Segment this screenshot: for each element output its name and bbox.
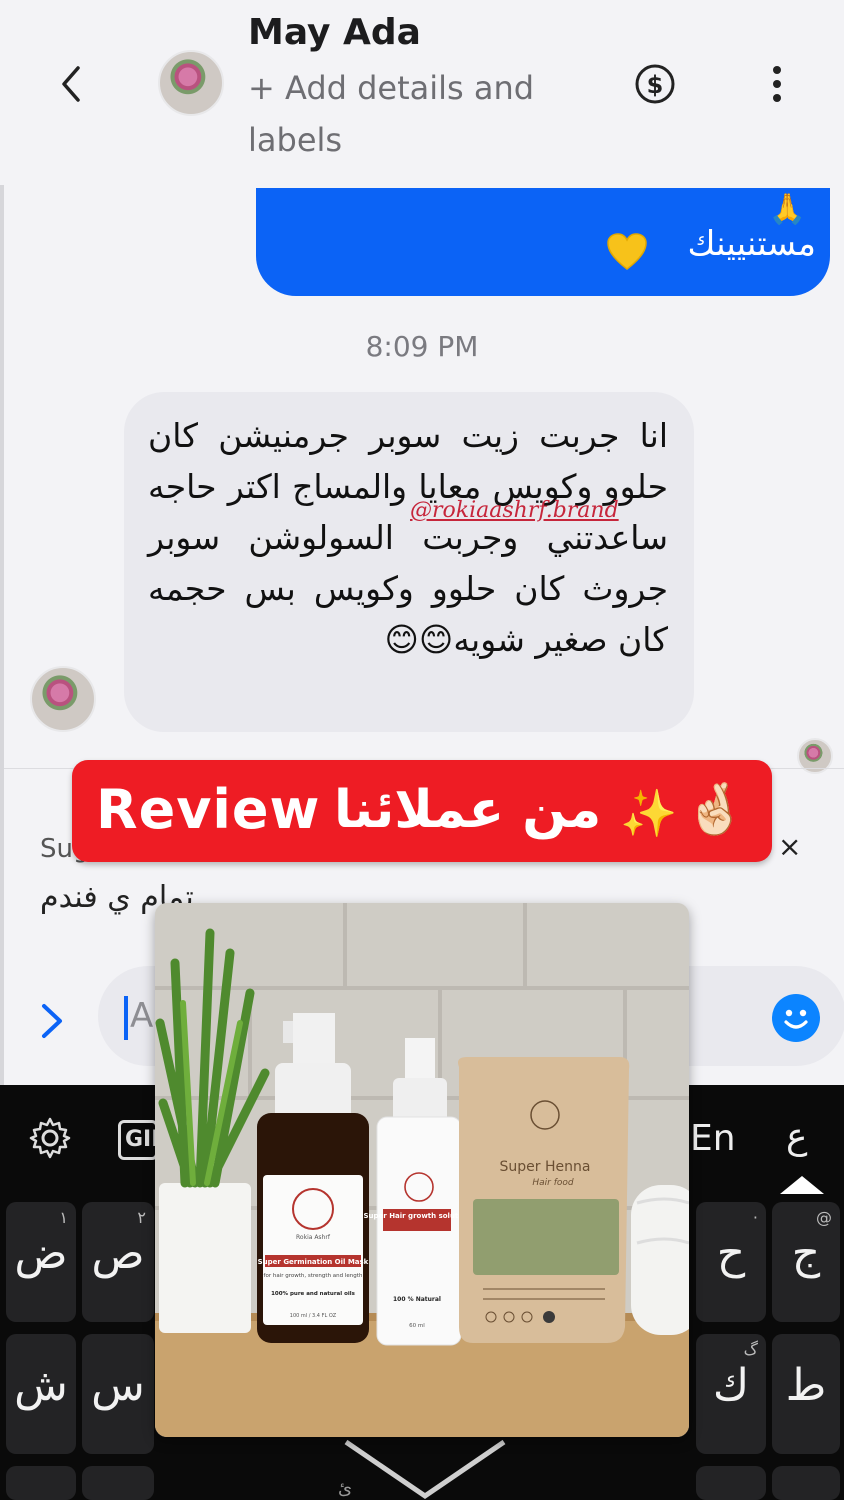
keyboard-settings-button[interactable] [28, 1116, 72, 1160]
product-photo: Rokia Ashrf Super Germination Oil Mask f… [155, 903, 689, 1437]
key-ta[interactable]: ط [772, 1334, 840, 1454]
collapse-keyboard-icon[interactable] [780, 1176, 824, 1194]
text-caret [124, 996, 128, 1040]
outgoing-message-text: مستنيينك [687, 224, 817, 264]
incoming-message-text: انا جربت زيت سوبر جرمنيشن كان حلوو وكويس… [148, 416, 668, 659]
key-row3-a[interactable] [6, 1466, 76, 1500]
folded-hands-emoji: 🙏 [768, 192, 806, 227]
contact-avatar[interactable] [158, 50, 224, 116]
crossed-fingers-icon: 🤞🏻 [684, 780, 747, 838]
expand-actions-button[interactable] [32, 998, 72, 1044]
key-sad[interactable]: ٢ ص [82, 1202, 154, 1322]
svg-text:$: $ [647, 71, 664, 99]
review-banner-arabic: من عملائنا [334, 780, 602, 840]
spray-name: Super Hair growth solution [364, 1212, 471, 1220]
chevron-right-icon [42, 1004, 62, 1038]
oil-sub: for hair growth, strength and length [264, 1273, 363, 1279]
key-sheen[interactable]: ش [6, 1334, 76, 1454]
gif-button[interactable]: GIF [118, 1120, 158, 1160]
oil-pure: 100% pure and natural oils [271, 1291, 356, 1297]
payment-button[interactable]: $ [633, 62, 677, 106]
language-ar-button[interactable]: ع [786, 1116, 807, 1157]
close-suggestion-button[interactable]: × [778, 830, 806, 864]
emoji-button[interactable] [772, 994, 820, 1042]
key-row3-c[interactable] [696, 1466, 766, 1500]
yellow-heart-icon [607, 233, 647, 270]
key-ha[interactable]: · ح [696, 1202, 766, 1322]
oil-brand: Rokia Ashrf [296, 1234, 331, 1241]
chat-header: May Ada + Add details and labels $ [0, 0, 844, 185]
swipe-trail-icon [344, 1439, 506, 1500]
contact-name[interactable]: May Ada [248, 12, 421, 53]
brand-watermark: @rokiaashrf.brand [410, 498, 619, 523]
henna-name: Super Henna [500, 1159, 591, 1175]
gear-icon [29, 1117, 71, 1159]
add-details-link[interactable]: + Add details and labels [248, 62, 578, 166]
more-options-button[interactable] [764, 62, 790, 106]
dollar-circle-icon: $ [635, 64, 675, 104]
key-row3-d[interactable] [772, 1466, 840, 1500]
back-button[interactable] [52, 62, 92, 106]
spray-ml: 60 ml [409, 1323, 425, 1329]
review-banner-title: Review [96, 778, 321, 841]
key-jeem[interactable]: @ ج [772, 1202, 840, 1322]
key-hint-ya-hamza: ئ [338, 1478, 353, 1499]
key-seen[interactable]: س [82, 1334, 154, 1454]
product-illustration: Rokia Ashrf Super Germination Oil Mask f… [155, 903, 689, 1437]
sparkles-icon: ✨ [620, 786, 678, 840]
sender-avatar [30, 666, 96, 732]
key-dad[interactable]: ١ ض [6, 1202, 76, 1322]
spray-natural: 100 % Natural [393, 1296, 441, 1303]
chevron-left-icon [62, 66, 80, 102]
more-vertical-icon [773, 66, 781, 102]
smiley-icon [784, 1009, 808, 1029]
language-en-button[interactable]: En [690, 1118, 736, 1159]
henna-sub: Hair food [532, 1178, 574, 1188]
oil-name: Super Germination Oil Mask [258, 1258, 369, 1266]
message-timestamp: 8:09 PM [365, 330, 479, 363]
key-kaf[interactable]: گ ك [696, 1334, 766, 1454]
key-row3-b[interactable] [82, 1466, 154, 1500]
oil-ml: 100 ml / 3.4 FL OZ [290, 1313, 337, 1319]
